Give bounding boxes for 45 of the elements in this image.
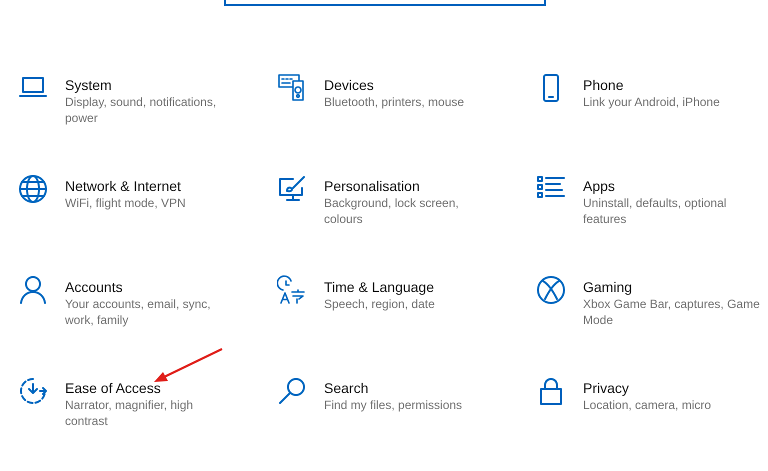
category-title: Gaming — [583, 278, 634, 296]
person-icon — [18, 275, 48, 305]
category-title: Search — [324, 379, 370, 397]
category-description: Background, lock screen, colours — [324, 195, 460, 227]
settings-category[interactable]: Time & Language Speech, region, date — [277, 269, 536, 370]
category-title: Privacy — [583, 379, 630, 397]
category-description: WiFi, flight mode, VPN — [65, 195, 187, 211]
category-description: Speech, region, date — [324, 296, 436, 312]
search-icon — [277, 376, 307, 406]
dashed-clock-icon — [18, 376, 48, 406]
settings-category[interactable]: System Display, sound, notifications, power — [18, 67, 277, 168]
category-description: Find my files, permissions — [324, 397, 464, 413]
settings-category[interactable]: Gaming Xbox Game Bar, captures, Game Mode — [536, 269, 768, 370]
settings-category[interactable]: Accounts Your accounts, email, sync, work, family — [18, 269, 277, 370]
category-title: Ease of Access — [65, 379, 162, 397]
settings-category[interactable]: Apps Uninstall, defaults, optional features — [536, 168, 768, 269]
category-description: Xbox Game Bar, captures, Game Mode — [583, 296, 761, 328]
settings-category[interactable]: Devices Bluetooth, printers, mouse — [277, 67, 536, 168]
category-description: Narrator, magnifier, high contrast — [65, 397, 194, 429]
settings-category[interactable]: Personalisation Background, lock screen, colours — [277, 168, 536, 269]
category-title: Personalisation — [324, 177, 421, 195]
paint-monitor-icon — [277, 174, 307, 204]
settings-category[interactable]: Ease of Access Narrator, magnifier, high contrast — [18, 370, 277, 471]
category-title: System — [65, 76, 113, 94]
category-description: Link your Android, iPhone — [583, 94, 721, 110]
clock-letters-icon — [277, 275, 307, 305]
category-title: Time & Language — [324, 278, 435, 296]
category-title: Apps — [583, 177, 616, 195]
settings-category[interactable]: Privacy Location, camera, micro — [536, 370, 768, 471]
category-description: Display, sound, notifications, power — [65, 94, 218, 126]
globe-icon — [18, 174, 48, 204]
category-description: Bluetooth, printers, mouse — [324, 94, 466, 110]
category-title: Accounts — [65, 278, 124, 296]
xbox-icon — [536, 275, 566, 305]
category-description: Your accounts, email, sync, work, family — [65, 296, 212, 328]
category-description: Uninstall, defaults, optional features — [583, 195, 728, 227]
search-field[interactable] — [224, 0, 546, 6]
settings-category[interactable]: Phone Link your Android, iPhone — [536, 67, 768, 168]
category-title: Network & Internet — [65, 177, 182, 195]
category-title: Phone — [583, 76, 624, 94]
keyboard-speaker-icon — [277, 73, 307, 103]
category-description: Location, camera, micro — [583, 397, 712, 413]
category-title: Devices — [324, 76, 375, 94]
settings-category[interactable]: Search Find my files, permissions — [277, 370, 536, 471]
settings-category[interactable]: Network & Internet WiFi, flight mode, VPN — [18, 168, 277, 269]
